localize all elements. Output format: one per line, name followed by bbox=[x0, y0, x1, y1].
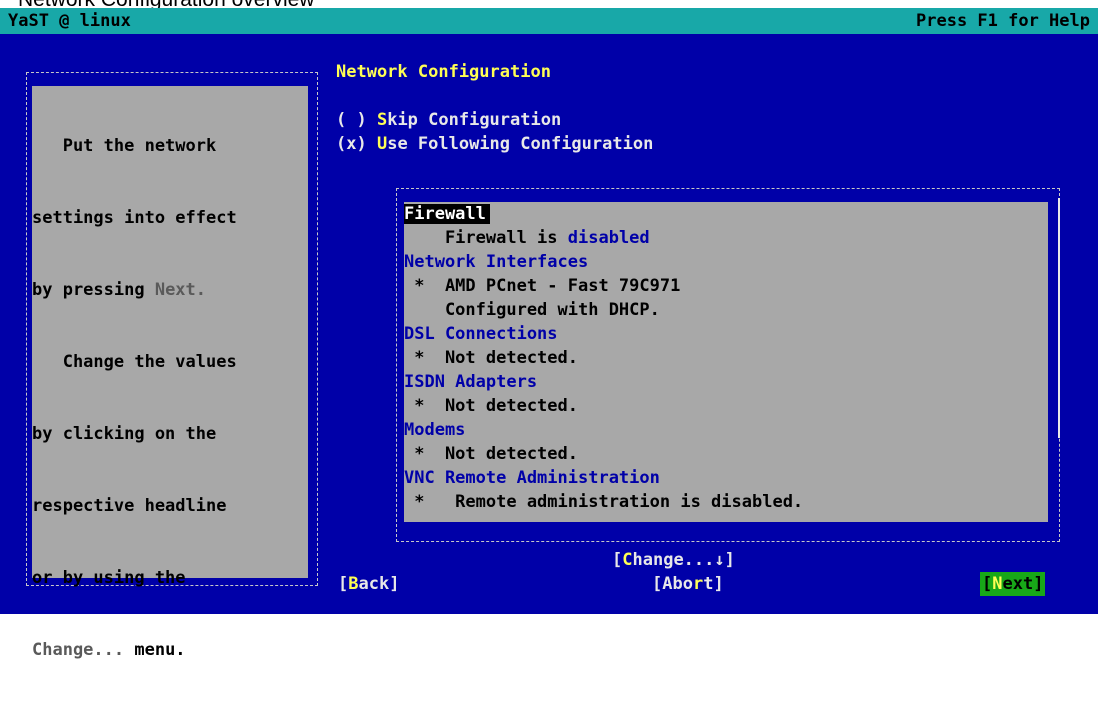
help-line: by pressing Next. bbox=[32, 278, 308, 302]
firewall-heading-row[interactable]: Firewall bbox=[404, 202, 490, 226]
isdn-heading[interactable]: ISDN Adapters bbox=[404, 370, 537, 394]
bracket: [ bbox=[982, 574, 993, 594]
overview-richtext[interactable]: Firewall Firewall is disabled Network In… bbox=[404, 202, 1048, 522]
help-line: by clicking on the bbox=[32, 424, 217, 444]
help-text: by pressing bbox=[32, 280, 155, 300]
vnc-item: * Remote administration is disabled. bbox=[404, 492, 804, 512]
button-label: ack] bbox=[358, 574, 400, 594]
dialog-title: Network Configuration bbox=[336, 62, 551, 82]
help-line: Change... menu. bbox=[32, 638, 308, 662]
next-button[interactable]: [Next] bbox=[980, 572, 1046, 596]
help-text: menu. bbox=[124, 640, 186, 660]
help-panel: Put the network settings into effect by … bbox=[32, 86, 308, 660]
firewall-status-row: Firewall is disabled bbox=[404, 226, 650, 250]
hotkey: N bbox=[992, 574, 1003, 594]
button-label: ext] bbox=[1002, 574, 1044, 594]
scrollbar[interactable] bbox=[1052, 198, 1060, 438]
button-label: t] bbox=[703, 574, 724, 594]
help-change-word: Change... bbox=[32, 640, 125, 660]
button-label: [Abo bbox=[652, 574, 693, 594]
help-line: respective headline bbox=[32, 496, 227, 516]
help-hint: Press F1 for Help bbox=[916, 11, 1090, 31]
abort-button[interactable]: [Abort] bbox=[652, 572, 724, 596]
help-line: Put the network bbox=[32, 136, 217, 156]
help-next-word: Next. bbox=[154, 280, 207, 300]
yast-screen: Put the network settings into effect by … bbox=[0, 34, 1098, 660]
radio-hotkey: U bbox=[376, 134, 388, 154]
radio-label: kip Configuration bbox=[387, 110, 562, 130]
change-button[interactable]: [Change...↓] bbox=[612, 548, 735, 572]
dsl-item: * Not detected. bbox=[404, 348, 578, 368]
help-line: or by using the bbox=[32, 568, 186, 588]
dsl-heading[interactable]: DSL Connections bbox=[404, 322, 558, 346]
bracket: [ bbox=[338, 574, 349, 594]
back-button[interactable]: [Back] bbox=[338, 572, 399, 596]
firewall-status-link[interactable]: disabled bbox=[568, 228, 650, 248]
host-label: YaST @ linux bbox=[8, 11, 131, 31]
modems-heading[interactable]: Modems bbox=[404, 418, 465, 442]
hotkey: B bbox=[348, 574, 359, 594]
hotkey: r bbox=[692, 574, 704, 594]
network-interfaces-heading[interactable]: Network Interfaces bbox=[404, 250, 588, 274]
help-line: Change the values bbox=[32, 352, 237, 372]
help-line: settings into effect bbox=[32, 208, 237, 228]
radio-hotkey: S bbox=[376, 110, 388, 130]
use-configuration-radio[interactable]: (x) Use Following Configuration bbox=[336, 132, 653, 156]
bracket: [ bbox=[612, 550, 623, 570]
network-interface-detail: Configured with DHCP. bbox=[404, 300, 660, 320]
button-label: hange...↓] bbox=[632, 550, 735, 570]
firewall-text: Firewall is bbox=[404, 228, 568, 248]
network-interface-item: * AMD PCnet - Fast 79C971 bbox=[404, 276, 681, 296]
skip-configuration-radio[interactable]: ( ) Skip Configuration bbox=[336, 108, 561, 132]
vnc-heading[interactable]: VNC Remote Administration bbox=[404, 466, 660, 490]
firewall-heading[interactable]: Firewall bbox=[404, 204, 490, 224]
title-bar: YaST @ linux Press F1 for Help bbox=[0, 8, 1098, 34]
isdn-item: * Not detected. bbox=[404, 396, 578, 416]
modems-item: * Not detected. bbox=[404, 444, 578, 464]
radio-marker: ( ) bbox=[336, 110, 377, 130]
radio-marker: (x) bbox=[336, 134, 377, 154]
radio-label: se Following Configuration bbox=[387, 134, 654, 154]
hotkey: C bbox=[622, 550, 633, 570]
